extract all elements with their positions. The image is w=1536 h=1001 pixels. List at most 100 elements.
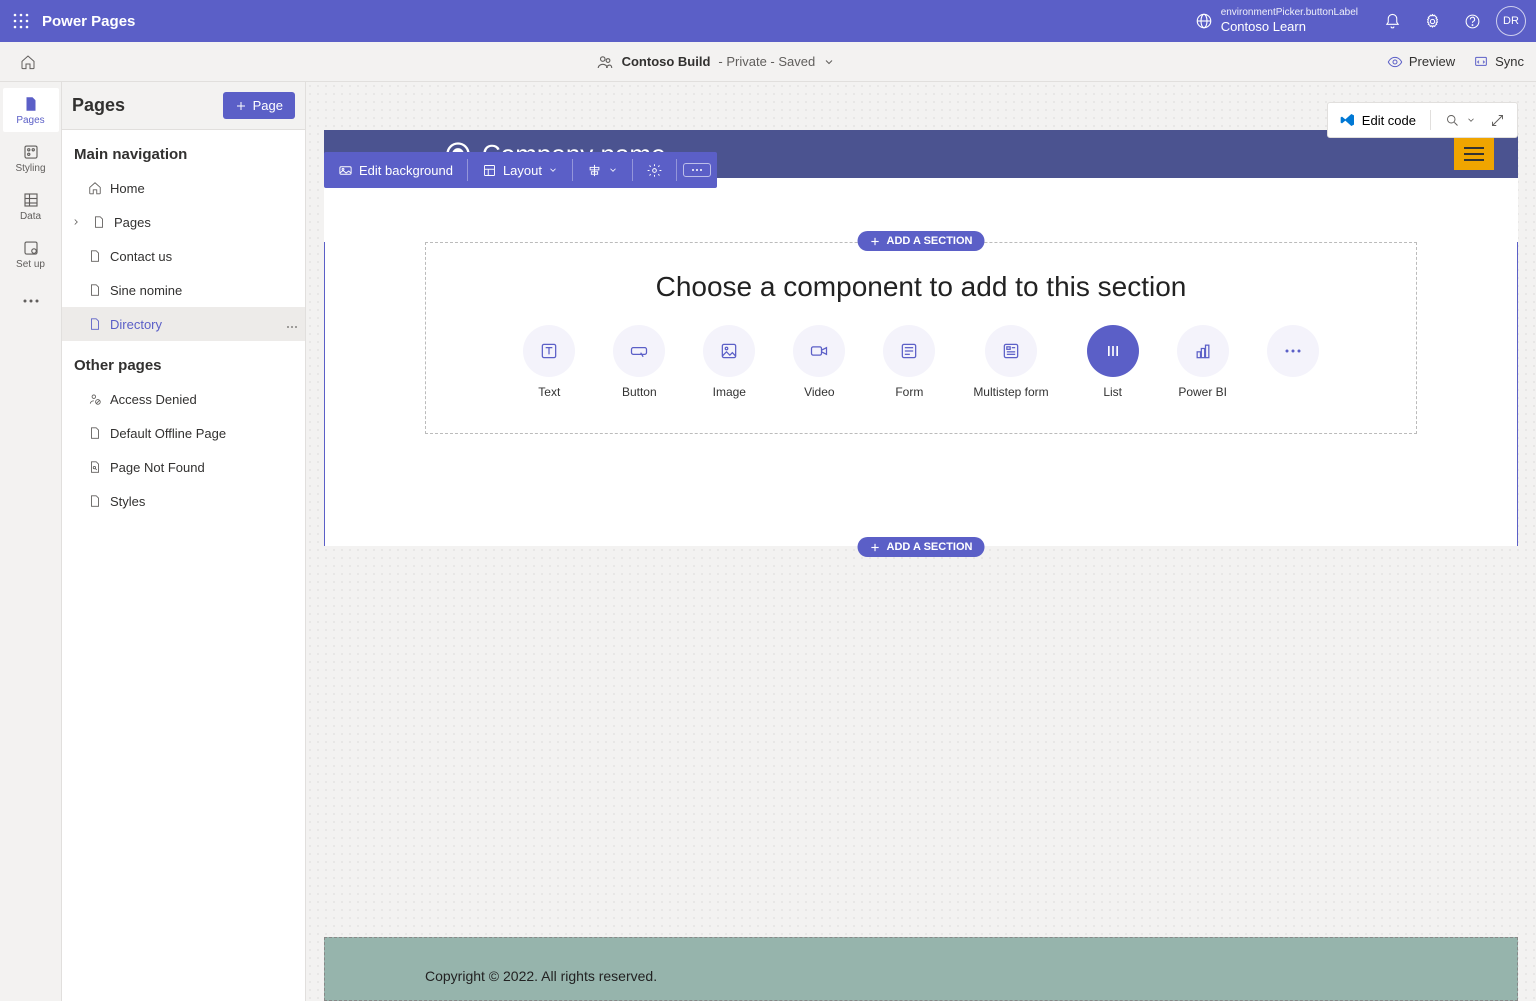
tree-item-access-denied[interactable]: Access Denied (62, 382, 305, 416)
more-icon (690, 168, 704, 172)
other-pages-heading: Other pages (62, 341, 305, 382)
text-icon (539, 341, 559, 361)
component-video[interactable]: Video (793, 325, 845, 399)
rail-setup-label: Set up (16, 259, 45, 270)
component-label: Video (804, 385, 834, 399)
chevron-down-icon (608, 165, 618, 175)
component-button[interactable]: Button (613, 325, 665, 399)
data-icon (22, 191, 40, 209)
add-page-button[interactable]: Page (223, 92, 295, 119)
rail-more[interactable] (3, 280, 59, 324)
alignment-button[interactable] (579, 157, 626, 184)
add-page-label: Page (253, 98, 283, 113)
tree-item-styles[interactable]: Styles (62, 484, 305, 518)
people-icon (596, 53, 614, 71)
home-button[interactable] (12, 54, 44, 70)
preview-label: Preview (1409, 54, 1455, 69)
component-label: Text (538, 385, 560, 399)
more-icon (22, 298, 40, 304)
section-area: ADD A SECTION Choose a component to add … (324, 242, 1518, 546)
pages-panel: Pages Page Main navigation Home Pages Co… (62, 82, 306, 1001)
sync-button[interactable]: Sync (1473, 54, 1524, 70)
section-more-button[interactable] (683, 163, 711, 177)
edit-bg-label: Edit background (359, 163, 453, 178)
background-icon (338, 163, 353, 178)
add-section-bottom-button[interactable]: ADD A SECTION (858, 537, 985, 557)
component-label: Button (622, 385, 657, 399)
edit-code-label: Edit code (1362, 113, 1416, 128)
component-label: List (1103, 385, 1122, 399)
power-bi-icon (1193, 341, 1213, 361)
edit-background-button[interactable]: Edit background (330, 157, 461, 184)
section-settings-button[interactable] (639, 157, 670, 184)
preview-button[interactable]: Preview (1387, 54, 1455, 70)
settings-icon[interactable] (1412, 13, 1452, 30)
app-launcher-icon[interactable] (0, 13, 42, 29)
component-more[interactable] (1267, 325, 1319, 399)
rail-pages[interactable]: Pages (3, 88, 59, 132)
component-image[interactable]: Image (703, 325, 755, 399)
tree-item-page-not-found[interactable]: Page Not Found (62, 450, 305, 484)
environment-name: Contoso Learn (1221, 19, 1358, 35)
component-power-bi[interactable]: Power BI (1177, 325, 1229, 399)
layout-button[interactable]: Layout (474, 157, 566, 184)
tree-label: Default Offline Page (110, 426, 226, 441)
sync-icon (1473, 54, 1489, 70)
tree-item-more-icon[interactable] (285, 317, 299, 332)
tree-item-directory[interactable]: Directory (62, 307, 305, 341)
component-text[interactable]: Text (523, 325, 575, 399)
zoom-icon (1445, 113, 1460, 128)
rail-data-label: Data (20, 211, 41, 222)
user-avatar[interactable]: DR (1496, 6, 1526, 36)
site-name: Contoso Build (622, 54, 711, 69)
plus-icon (870, 236, 881, 247)
help-icon[interactable] (1452, 13, 1492, 30)
rail-styling-label: Styling (15, 163, 45, 174)
fullscreen-button[interactable] (1490, 113, 1505, 128)
vscode-icon (1340, 112, 1356, 128)
main-nav-heading: Main navigation (62, 130, 305, 171)
tree-label: Sine nomine (110, 283, 182, 298)
component-label: Multistep form (973, 385, 1048, 399)
gear-icon (647, 163, 662, 178)
tree-item-pages[interactable]: Pages (62, 205, 305, 239)
layout-label: Layout (503, 163, 542, 178)
preview-footer: Copyright © 2022. All rights reserved. (324, 937, 1518, 1001)
panel-title: Pages (72, 95, 125, 116)
rail-data[interactable]: Data (3, 184, 59, 228)
section-toolbar: Edit background Layout (324, 152, 717, 188)
tree-item-default-offline[interactable]: Default Offline Page (62, 416, 305, 450)
page-icon (88, 426, 102, 440)
site-status: - Private - Saved (718, 54, 815, 69)
caret-icon[interactable] (68, 217, 84, 227)
component-multistep-form[interactable]: Multistep form (973, 325, 1048, 399)
zoom-button[interactable] (1445, 113, 1476, 128)
image-icon (719, 341, 739, 361)
hamburger-menu[interactable] (1454, 138, 1494, 170)
rail-styling[interactable]: Styling (3, 136, 59, 180)
more-icon (1284, 348, 1302, 354)
page-icon (88, 317, 102, 331)
tree-item-home[interactable]: Home (62, 171, 305, 205)
layout-icon (482, 163, 497, 178)
edit-code-button[interactable]: Edit code (1340, 112, 1416, 128)
tree-item-contact-us[interactable]: Contact us (62, 239, 305, 273)
component-form[interactable]: Form (883, 325, 935, 399)
tree-label: Access Denied (110, 392, 197, 407)
chevron-down-icon[interactable] (823, 56, 835, 68)
component-list[interactable]: List (1087, 325, 1139, 399)
tree-label: Page Not Found (110, 460, 205, 475)
tree-label: Contact us (110, 249, 172, 264)
page-preview: Company name ADD A SECTION Choose a comp… (324, 130, 1518, 546)
add-section-label: ADD A SECTION (887, 235, 973, 247)
align-icon (587, 163, 602, 178)
notifications-icon[interactable] (1372, 13, 1412, 30)
add-section-top-button[interactable]: ADD A SECTION (858, 231, 985, 251)
rail-setup[interactable]: Set up (3, 232, 59, 276)
button-icon (629, 341, 649, 361)
tree-label: Styles (110, 494, 145, 509)
top-header-bar: Power Pages environmentPicker.buttonLabe… (0, 0, 1536, 42)
environment-picker[interactable]: environmentPicker.buttonLabel Contoso Le… (1181, 7, 1372, 35)
rail-pages-label: Pages (16, 115, 44, 126)
tree-item-sine-nomine[interactable]: Sine nomine (62, 273, 305, 307)
